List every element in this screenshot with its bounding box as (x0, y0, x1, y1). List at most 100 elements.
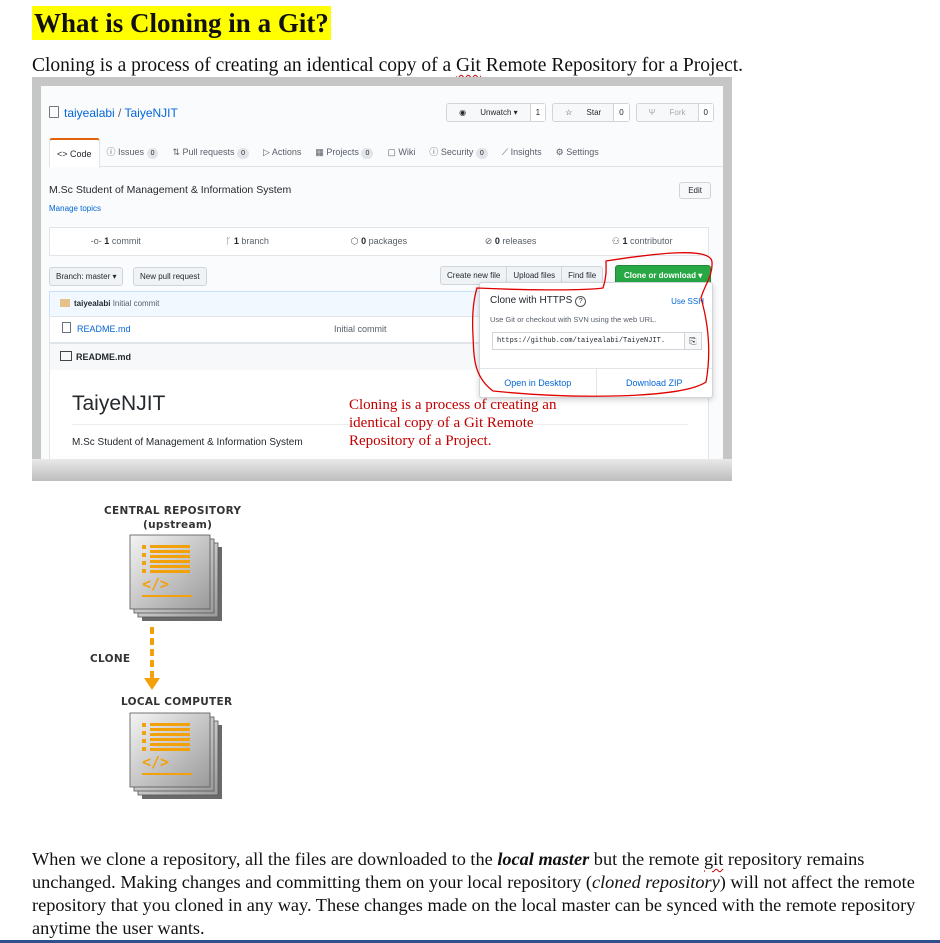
clone-popup-footer: Open in Desktop Download ZIP (480, 368, 712, 397)
tab-label: ⟋ Insights (501, 147, 542, 157)
clone-popup: Clone with HTTPS? Use SSH Use Git or che… (479, 282, 713, 398)
commits-stat[interactable]: -o- 1 commit (50, 228, 182, 255)
tab-label: ▷ Actions (262, 147, 302, 157)
tab-count: 0 (146, 148, 159, 159)
readme-header-label: README.md (76, 352, 132, 362)
new-pull-request-button[interactable]: New pull request (133, 267, 207, 286)
branch-select[interactable]: Branch: master ▾ (49, 267, 124, 286)
readme-description: M.Sc Student of Management & Information… (72, 437, 303, 448)
avatar (60, 299, 70, 307)
tab-projects[interactable]: ▦ Projects 0 (308, 138, 380, 166)
tab-security[interactable]: ⓘ Security 0 (422, 138, 494, 166)
stat-label: commit (109, 236, 141, 246)
clone-label: CLONE (90, 653, 131, 665)
watch-button[interactable]: ◉ Unwatch ▾ 1 (446, 103, 547, 122)
clone-popup-title-text: Clone with HTTPS (490, 295, 573, 306)
local-computer-label: LOCAL COMPUTER (121, 696, 233, 708)
star-count: 0 (613, 104, 629, 121)
branches-stat[interactable]: ᚴ 1 branch (182, 228, 314, 255)
clone-popup-subtitle: Use Git or checkout with SVN using the w… (490, 315, 657, 324)
body-text-2: but the remote (589, 849, 704, 869)
readme-title: TaiyeNJIT (72, 392, 166, 415)
fork-label: Ψ Fork (637, 104, 698, 121)
clone-arrow (144, 627, 160, 690)
edit-button[interactable]: Edit (679, 182, 711, 199)
tab-pull-requests[interactable]: ⇅ Pull requests 0 (165, 138, 256, 166)
body-paragraph: When we clone a repository, all the file… (32, 848, 932, 940)
package-icon: ⬡ (350, 236, 359, 246)
cloned-repository-emphasis: cloned repository (591, 872, 720, 892)
github-screenshot: taiyealabi / TaiyeNJIT ◉ Unwatch ▾ 1 ☆ St… (32, 77, 732, 481)
tab-label: ⓘ Issues (106, 147, 145, 157)
manage-topics-link[interactable]: Manage topics (49, 204, 101, 213)
use-ssh-link[interactable]: Use SSH (671, 297, 704, 306)
screenshot-bottom-edge (32, 459, 732, 481)
tab-label: ▢ Wiki (387, 147, 416, 157)
repo-title: taiyealabi / TaiyeNJIT (49, 106, 178, 120)
repo-tabs: <> Code ⓘ Issues 0 ⇅ Pull requests 0 ▷ A… (49, 138, 723, 168)
clone-diagram: CENTRAL REPOSITORY (upstream) </> </> CL… (80, 500, 280, 810)
body-git-word: git (703, 849, 724, 869)
file-commit-message[interactable]: Initial commit (334, 317, 387, 342)
watch-count: 1 (529, 104, 546, 121)
tab-label: ▦ Projects (315, 147, 359, 157)
star-icon: ☆ (565, 108, 575, 117)
intro-text-1: Cloning is a process of creating an iden… (32, 55, 456, 76)
tab-issues[interactable]: ⓘ Issues 0 (100, 138, 166, 166)
page-title: What is Cloning in a Git? (32, 6, 331, 40)
star-text: Star (586, 108, 602, 117)
clone-popup-title: Clone with HTTPS? (490, 295, 587, 307)
github-page: taiyealabi / TaiyeNJIT ◉ Unwatch ▾ 1 ☆ St… (41, 86, 723, 472)
commit-message[interactable]: Initial commit (113, 299, 160, 308)
open-in-desktop-button[interactable]: Open in Desktop (480, 369, 597, 397)
repo-description: M.Sc Student of Management & Information… (49, 184, 292, 196)
tab-count: 0 (237, 148, 249, 159)
fork-count: 0 (697, 104, 713, 121)
local-master-emphasis: local master (497, 849, 590, 869)
help-icon[interactable]: ? (575, 296, 587, 307)
clone-url-input[interactable]: https://github.com/taiyealabi/TaiyeNJIT. (492, 332, 686, 350)
body-text-1: When we clone a repository, all the file… (32, 849, 498, 869)
local-code-glyph: </> (142, 753, 169, 771)
tab-count: 0 (361, 148, 374, 159)
tab-label: ⇅ Pull requests (172, 147, 235, 157)
repo-name-link[interactable]: TaiyeNJIT (125, 106, 178, 120)
repo-separator: / (114, 106, 125, 120)
commit-author[interactable]: taiyealabi (74, 299, 110, 308)
eye-icon: ◉ (459, 108, 469, 117)
fork-text: Fork (669, 108, 686, 117)
tab-actions[interactable]: ▷ Actions (256, 138, 308, 166)
repo-icon (49, 106, 59, 118)
watch-label: ◉ Unwatch ▾ (447, 104, 530, 121)
tab-settings[interactable]: ⚙ Settings (549, 138, 606, 166)
stat-label: branch (238, 236, 269, 246)
repo-stats: -o- 1 commit ᚴ 1 branch ⬡ 0 packages ⊘ 0… (49, 227, 709, 256)
download-zip-button[interactable]: Download ZIP (597, 369, 713, 397)
tab-count: 0 (475, 148, 488, 159)
tab-insights[interactable]: ⟋ Insights (495, 138, 549, 166)
star-label: ☆ Star (553, 104, 613, 121)
repo-owner-link[interactable]: taiyealabi (64, 106, 115, 120)
book-icon (60, 351, 72, 361)
file-name-link[interactable]: README.md (77, 324, 131, 334)
contributors-stat[interactable]: ⚇ 1 contributor (576, 228, 708, 255)
tab-code[interactable]: <> Code (49, 138, 100, 168)
tab-label: ⚙ Settings (555, 147, 599, 157)
people-icon: ⚇ (611, 236, 620, 246)
stat-label: releases (499, 236, 537, 246)
packages-stat[interactable]: ⬡ 0 packages (313, 228, 445, 255)
stat-label: contributor (627, 236, 673, 246)
tab-label: ⓘ Security (429, 147, 474, 157)
repo-header-actions: ◉ Unwatch ▾ 1 ☆ Star 0 Ψ Fork 0 (446, 103, 714, 122)
fork-button[interactable]: Ψ Fork 0 (635, 103, 714, 122)
star-button[interactable]: ☆ Star 0 (552, 103, 630, 122)
intro-paragraph: Cloning is a process of creating an iden… (32, 53, 743, 79)
clipboard-icon[interactable]: ⎘ (684, 332, 702, 350)
tag-icon: ⊘ (484, 236, 493, 246)
annotation-note: Cloning is a process of creating an iden… (349, 397, 557, 449)
tab-wiki[interactable]: ▢ Wiki (380, 138, 422, 166)
stat-label: packages (366, 236, 408, 246)
branch-icon: ᚴ (225, 236, 232, 246)
commit-icon: -o- (90, 236, 102, 246)
releases-stat[interactable]: ⊘ 0 releases (445, 228, 577, 255)
